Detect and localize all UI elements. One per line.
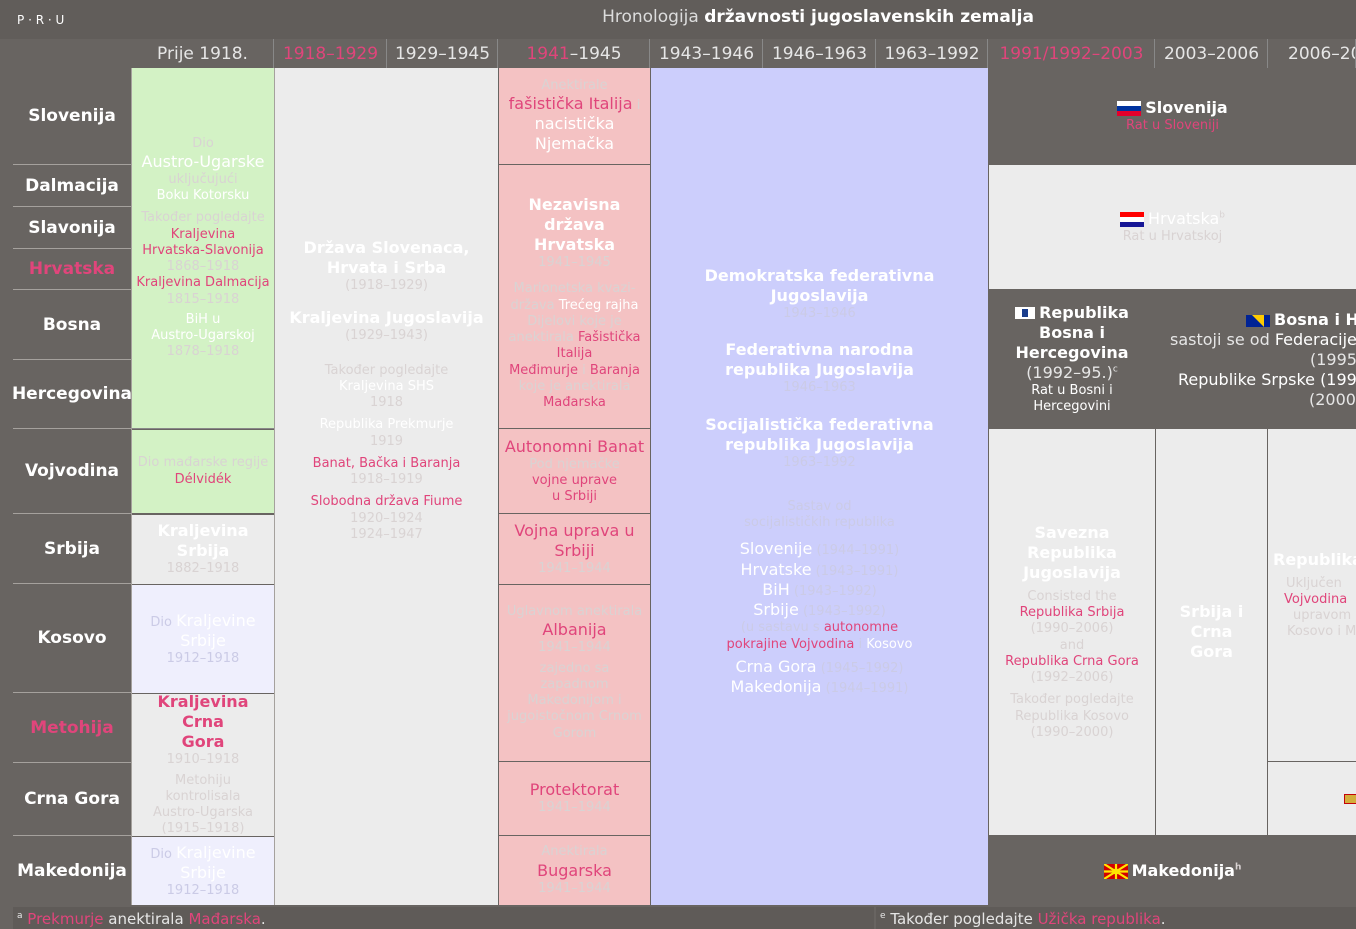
period-1941-1945: 1941 –1945 (499, 39, 650, 68)
region-bosna[interactable]: Bosna (13, 290, 131, 360)
kingdom-montenegro-link[interactable]: Kraljevina Crna (136, 694, 270, 732)
military-serbia-link[interactable]: Vojna uprava u (514, 521, 634, 541)
croatia-war-link[interactable]: Rat u Hrvatskoj (1123, 229, 1223, 245)
military-serbia-cell: Vojna uprava u Srbiji 1941–1944 (499, 514, 650, 584)
slovenia-war-link[interactable]: Rat u Sloveniji (1126, 118, 1219, 134)
dfy-link[interactable]: Demokratska federativna Jugoslavija (655, 266, 984, 306)
region-dalmacija[interactable]: Dalmacija (13, 165, 131, 207)
page-title: Hronologija državnosti jugoslavenskih ze… (602, 7, 1034, 27)
autonomous-banat-cell: Autonomni Banat Pod njemačke vojne uprav… (499, 429, 650, 513)
kingdom-serbia-link[interactable]: Kraljevina Srbija (136, 521, 270, 561)
region-makedonija[interactable]: Makedonija (13, 836, 131, 905)
republic-serbia-2006-link[interactable]: Republika (1273, 550, 1356, 570)
bulgaria-cell: Anektirala Bugarska 1941–1944 (499, 836, 650, 905)
macedonia-flag-icon (1103, 863, 1128, 879)
col-divider (274, 68, 275, 905)
kosovo-serbia-cell: Dio Kraljevine Srbije 1912–1918 (132, 585, 274, 693)
interwar-cell: Država Slovenaca, Hrvata i Srba (1918–19… (275, 68, 498, 905)
boka-link[interactable]: Boku Kotorsku (157, 188, 250, 204)
scg-cell: Srbija i Crna Gora (1156, 429, 1267, 835)
austria-hungary-cell: Dio Austro-Ugarske uključujući Boku Koto… (132, 68, 274, 429)
footnote-a: a Prekmurje anektirala Mađarska. (13, 907, 874, 929)
croatia-link[interactable]: Hrvatska (1148, 209, 1219, 228)
fiume-link[interactable]: Slobodna država Fiume (311, 494, 463, 510)
montenegro-flag-icon (1344, 794, 1356, 804)
rbih-flag-icon (1015, 307, 1036, 320)
sry-link[interactable]: Savezna Republika (993, 523, 1151, 563)
col-divider (650, 68, 651, 905)
austria-hungary-link[interactable]: Austro-Ugarske (142, 152, 265, 172)
republic-serbia-cell: Republika Uključen Vojvodina upravom U K… (1268, 429, 1356, 761)
ndh-link[interactable]: Nezavisna država (503, 195, 646, 235)
region-kosovo[interactable]: Kosovo (13, 584, 131, 693)
croatia-modern-cell: Hrvatskab Rat u Hrvatskoj (989, 165, 1356, 289)
slovenia-modern-cell: Slovenija Rat u Sloveniji (989, 68, 1356, 164)
footnote-e: e Također pogledajte Užička republika. (876, 907, 1356, 929)
region-crna-gora[interactable]: Crna Gora (13, 763, 131, 836)
republic-serbia-link[interactable]: Republika Srbija (1020, 605, 1125, 621)
sry-cell: Savezna Republika Jugoslavija Consisted … (989, 429, 1155, 835)
kingdom-montenegro-cell: Kraljevina Crna Gora 1910–1918 Metohiju … (132, 694, 274, 836)
dalmatia-link[interactable]: Kraljevina Dalmacija (136, 275, 269, 291)
protectorate-cell: Protektorat 1941–1944 (499, 762, 650, 835)
rbih-cell: Republika Bosna i Hercegovina (1992–95.)… (989, 290, 1155, 428)
period-1929-1945: 1929–1945 (388, 39, 498, 68)
nazi-germany-link[interactable]: Njemačka (535, 134, 614, 154)
bih-flag-icon (1246, 314, 1270, 327)
col-divider (498, 68, 499, 905)
period-pre1918: Prije 1918. (132, 39, 274, 68)
kingdom-yugoslavia-link[interactable]: Kraljevina Jugoslavija (289, 308, 483, 328)
fnry-link[interactable]: Federativna narodna (725, 340, 913, 360)
region-vojvodina[interactable]: Vojvodina (13, 429, 131, 514)
slovenia-flag-icon (1117, 100, 1142, 116)
bih-austria-link[interactable]: Austro-Ugarskoj (151, 328, 254, 344)
delvidek-link[interactable]: Délvidék (175, 472, 232, 488)
rbih-link[interactable]: Republika (1039, 303, 1129, 322)
bih-link[interactable]: Bosna i He (1274, 310, 1356, 329)
prekmurje-republic-link[interactable]: Republika Prekmurje (320, 417, 454, 433)
protectorate-link[interactable]: Protektorat (530, 780, 619, 800)
macedonia-serbia-cell: Dio Kraljevine Srbije 1912–1918 (132, 837, 274, 905)
ndh-cell: Nezavisna država Hrvatska 1941–1945 Mari… (499, 165, 650, 428)
kingdom-shs-link[interactable]: Kraljevina SHS (339, 379, 434, 395)
croatia-slavonia-link[interactable]: Hrvatska-Slavonija (142, 243, 264, 259)
slovenia-link[interactable]: Slovenija (1145, 98, 1227, 117)
republic-kosovo-link[interactable]: Republika Kosovo (1015, 709, 1129, 725)
period-1963-1992: 1963–1992 (877, 39, 988, 68)
region-slovenija[interactable]: Slovenija (13, 68, 131, 165)
period-1991-2003[interactable]: 1991/1992–2003 (989, 39, 1155, 68)
macedonia-modern-cell: Makedonijah (989, 836, 1356, 905)
scg-link[interactable]: Srbija i Crna (1160, 602, 1263, 642)
bosnian-war-link[interactable]: Rat u Bosni i (1031, 383, 1113, 399)
montenegro-2006-cell (1268, 762, 1356, 835)
kingdom-serbia-cell: Kraljevina Srbija 1882–1918 (132, 515, 274, 584)
autonomous-banat-link[interactable]: Autonomni Banat (505, 437, 644, 457)
period-2006: 2006–20 (1269, 39, 1356, 68)
region-srbija[interactable]: Srbija (13, 514, 131, 584)
period-1918-1929[interactable]: 1918–1929 (275, 39, 387, 68)
macedonia-link[interactable]: Makedonija (1132, 861, 1235, 880)
delvidek-cell: Dio mađarske regije Délvidék (132, 430, 274, 513)
yugoslavia-cell: Demokratska federativna Jugoslavija 1943… (651, 68, 988, 905)
period-1943-1946: 1943–1946 (651, 39, 763, 68)
albania-link[interactable]: Albanija (542, 620, 606, 640)
period-1946-1963: 1946–1963 (764, 39, 876, 68)
period-2003-2006: 2003–2006 (1156, 39, 1268, 68)
banat-link[interactable]: Banat, Bačka i Baranja (313, 456, 461, 472)
albania-cell: Uglavnom anektirala Albanija 1941–1944 z… (499, 585, 650, 761)
annexed-slovenia-cell: Anektirale fašistička Italija i nacistič… (499, 68, 650, 164)
row-divider (131, 68, 132, 905)
region-hercegovina[interactable]: Hercegovina (12, 360, 132, 429)
region-slavonija[interactable]: Slavonija (13, 207, 131, 249)
sfry-link[interactable]: Socijalistička federativna (705, 415, 933, 435)
col-divider (988, 68, 989, 905)
republic-montenegro-link[interactable]: Republika Crna Gora (1005, 654, 1139, 670)
bulgaria-link[interactable]: Bugarska (537, 861, 612, 881)
bih-cell: Bosna i He sastoji se od Federacije (199… (1156, 290, 1356, 428)
region-metohija[interactable]: Metohija (13, 693, 131, 763)
region-hrvatska[interactable]: Hrvatska (13, 249, 131, 290)
fascist-italy-link[interactable]: fašistička Italija (509, 94, 633, 113)
croatia-flag-icon (1120, 211, 1144, 227)
state-shs-link[interactable]: Država Slovenaca, (304, 238, 470, 258)
